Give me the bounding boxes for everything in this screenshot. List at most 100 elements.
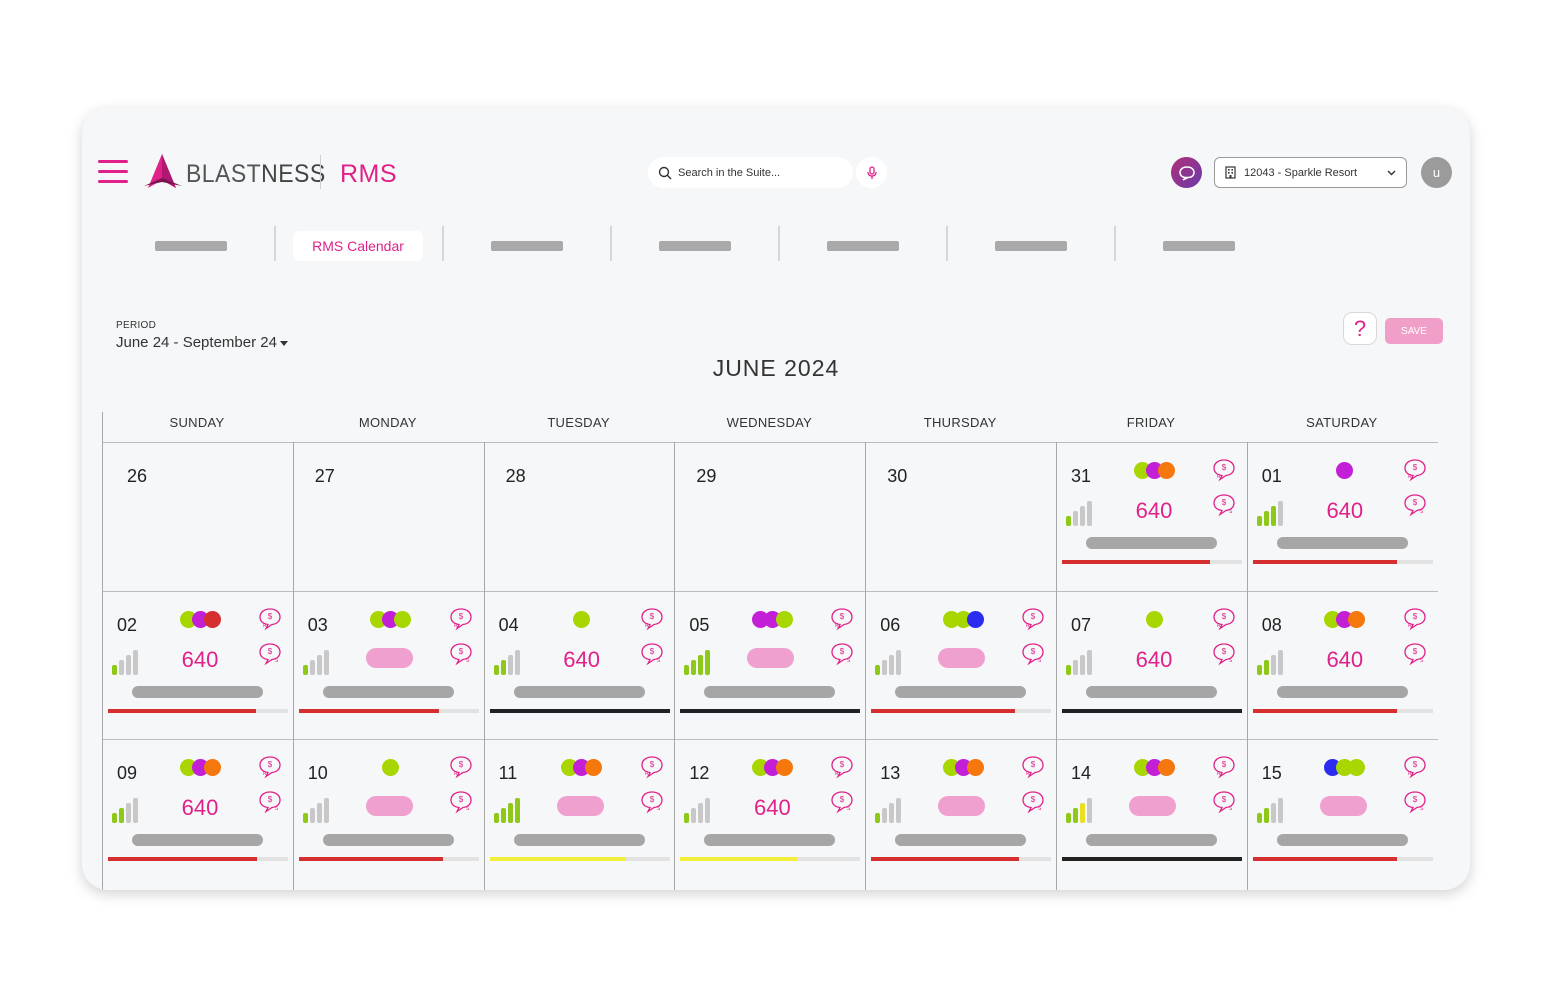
- suggestion-chat-icon[interactable]: $ S: [1211, 790, 1237, 814]
- rate-pill[interactable]: [1319, 796, 1367, 816]
- rate-pill[interactable]: [365, 647, 413, 668]
- tab-4[interactable]: [659, 231, 731, 261]
- rate-chat-icon[interactable]: $ R: [1020, 607, 1046, 631]
- calendar-day-cell[interactable]: 01 $ R $ S 640: [1247, 442, 1438, 591]
- rate-chat-icon[interactable]: $ R: [257, 755, 283, 779]
- rate-value[interactable]: 640: [1059, 498, 1249, 524]
- calendar-day-cell[interactable]: 15 $ R $ S: [1247, 739, 1438, 888]
- occupancy-progress-bar: [108, 708, 288, 713]
- weekday-tuesday: TUESDAY: [547, 415, 610, 430]
- rate-chat-icon[interactable]: $ R: [448, 607, 474, 631]
- rate-value[interactable]: 640: [1059, 647, 1249, 673]
- calendar-day-cell[interactable]: 06 $ R $ S: [865, 591, 1056, 740]
- calendar-day-cell[interactable]: 28: [484, 442, 675, 591]
- rate-chat-icon[interactable]: $ R: [1020, 755, 1046, 779]
- rate-value[interactable]: 640: [1250, 498, 1440, 524]
- user-avatar[interactable]: u: [1421, 157, 1452, 188]
- rate-pill[interactable]: [938, 796, 986, 816]
- rate-pill[interactable]: [365, 796, 413, 816]
- occupancy-progress-fill: [298, 708, 440, 713]
- rate-chat-icon[interactable]: $ R: [1211, 755, 1237, 779]
- search-input[interactable]: Search in the Suite...: [648, 157, 853, 188]
- tab-7[interactable]: [1163, 231, 1235, 261]
- day-number: 15: [1261, 763, 1282, 783]
- calendar-day-cell[interactable]: 08 $ R $ S 640: [1247, 591, 1438, 740]
- rate-value[interactable]: 640: [487, 647, 677, 673]
- tab-rms-calendar[interactable]: RMS Calendar: [293, 231, 423, 261]
- calendar-day-cell[interactable]: 31 $ R $ S 640: [1056, 442, 1247, 591]
- rate-value[interactable]: 640: [105, 647, 295, 673]
- calendar-day-cell[interactable]: 02 $ R $ S 640: [102, 591, 293, 740]
- rate-chat-icon[interactable]: $ R: [829, 755, 855, 779]
- day-number: 10: [307, 763, 328, 783]
- tab-6-label-placeholder: [995, 241, 1067, 251]
- suggestion-chat-icon[interactable]: $ S: [448, 642, 474, 666]
- day-number: 08: [1261, 614, 1282, 635]
- property-selector[interactable]: 12043 - Sparkle Resort: [1214, 157, 1407, 188]
- svg-text:$: $: [459, 760, 464, 769]
- calendar-day-cell[interactable]: 13 $ R $ S: [865, 739, 1056, 888]
- tab-1[interactable]: [155, 231, 227, 261]
- calendar-day-cell[interactable]: 27: [293, 442, 484, 591]
- svg-text:S: S: [847, 658, 851, 664]
- microphone-button[interactable]: [856, 157, 887, 188]
- weekday-header: SUNDAY MONDAY TUESDAY WEDNESDAY THURSDAY FRID…: [102, 412, 1438, 442]
- calendar-day-cell[interactable]: 29: [674, 442, 865, 591]
- caret-down-icon: [279, 340, 288, 346]
- day-number: 31: [1071, 466, 1092, 486]
- svg-text:S: S: [466, 658, 470, 664]
- calendar-day-cell[interactable]: 30: [865, 442, 1056, 591]
- rate-chat-icon[interactable]: $ R: [639, 607, 665, 631]
- rate-pill[interactable]: [938, 647, 986, 668]
- calendar-day-cell[interactable]: 04 $ R $ S 640: [484, 591, 675, 740]
- rate-chat-icon[interactable]: $ R: [1211, 607, 1237, 631]
- calendar-day-cell[interactable]: 05 $ R $ S: [674, 591, 865, 740]
- rate-chat-icon[interactable]: $ R: [1402, 755, 1428, 779]
- app-name: RMS: [340, 160, 398, 188]
- help-button[interactable]: ?: [1343, 312, 1377, 345]
- suggestion-chat-icon[interactable]: $ S: [1020, 642, 1046, 666]
- calendar-day-cell[interactable]: 14 $ R $ S: [1056, 739, 1247, 888]
- tab-5[interactable]: [827, 231, 899, 261]
- microphone-icon: [866, 165, 877, 179]
- rate-value[interactable]: 640: [1250, 647, 1440, 673]
- suggestion-chat-icon[interactable]: $ S: [448, 790, 474, 814]
- suggestion-chat-icon[interactable]: $ S: [639, 790, 665, 814]
- rate-chat-icon[interactable]: $ R: [448, 755, 474, 779]
- rate-chat-icon[interactable]: $ R: [1211, 458, 1237, 482]
- rate-pill[interactable]: [1129, 796, 1176, 816]
- svg-text:$: $: [1031, 795, 1036, 804]
- rate-value[interactable]: 640: [105, 795, 295, 821]
- period-selector[interactable]: June 24 - September 24: [116, 334, 288, 351]
- info-placeholder-bar: [1086, 834, 1217, 846]
- tab-3[interactable]: [491, 231, 563, 261]
- suggestion-chat-icon[interactable]: $ S: [1020, 790, 1046, 814]
- occupancy-progress-fill: [108, 708, 256, 713]
- suggestion-chat-icon[interactable]: $ S: [1402, 790, 1428, 814]
- rate-pill[interactable]: [556, 796, 604, 816]
- rate-chat-icon[interactable]: $ R: [829, 607, 855, 631]
- rate-status-dots: [573, 610, 591, 629]
- svg-text:$: $: [1222, 760, 1227, 769]
- rate-chat-icon[interactable]: $ R: [1402, 607, 1428, 631]
- rate-chat-icon[interactable]: $ R: [257, 607, 283, 631]
- rate-value[interactable]: 640: [677, 795, 867, 821]
- calendar-day-cell[interactable]: 26: [102, 442, 293, 591]
- calendar-day-cell[interactable]: 09 $ R $ S 640: [102, 739, 293, 888]
- rate-pill[interactable]: [747, 647, 795, 668]
- rate-status-dots: [561, 759, 603, 777]
- chat-button[interactable]: [1171, 157, 1202, 188]
- calendar-day-cell[interactable]: 10 $ R $ S: [293, 739, 484, 888]
- status-dot: [203, 610, 221, 628]
- suggestion-chat-icon[interactable]: $ S: [829, 642, 855, 666]
- calendar-day-cell[interactable]: 12 $ R $ S 640: [674, 739, 865, 888]
- menu-icon[interactable]: [98, 158, 128, 184]
- rate-chat-icon[interactable]: $ R: [639, 755, 665, 779]
- calendar-day-cell[interactable]: 11 $ R $ S: [484, 739, 675, 888]
- calendar-day-cell[interactable]: 03 $ R $ S: [293, 591, 484, 740]
- calendar-day-cell[interactable]: 07 $ R $ S 640: [1056, 591, 1247, 740]
- tab-6[interactable]: [995, 231, 1067, 261]
- save-button[interactable]: SAVE: [1385, 318, 1443, 344]
- svg-text:R: R: [1217, 474, 1221, 480]
- rate-chat-icon[interactable]: $ R: [1402, 458, 1428, 482]
